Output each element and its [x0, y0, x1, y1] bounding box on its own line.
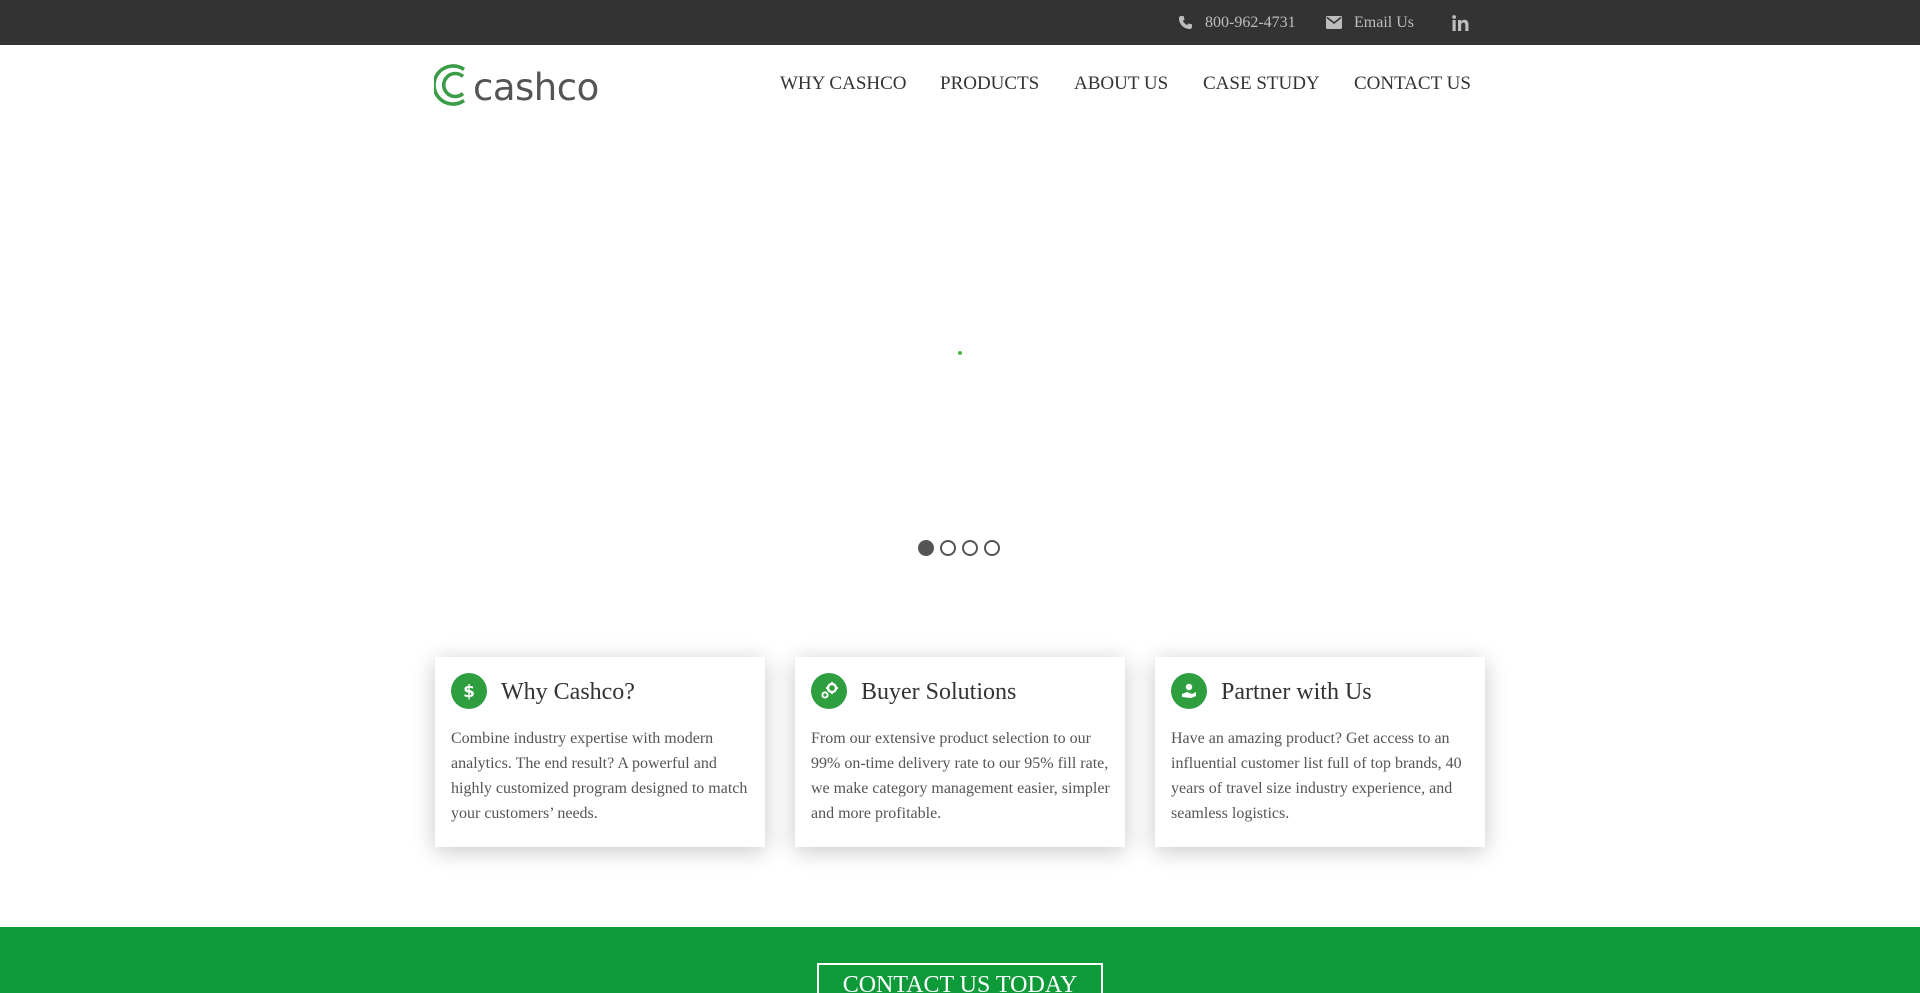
svg-text:$: $ — [463, 682, 475, 701]
nav-case-study[interactable]: CASE STUDY — [1203, 73, 1320, 95]
logo-mark-icon — [432, 63, 472, 112]
phone-icon — [1178, 15, 1193, 30]
slider-dot-1[interactable] — [918, 540, 934, 556]
cta-section: CONTACT US TODAY — [0, 927, 1920, 993]
handshake-icon — [1171, 673, 1207, 709]
nav-contact-us[interactable]: CONTACT US — [1354, 73, 1471, 95]
dollar-icon: $ — [451, 673, 487, 709]
top-bar: 800-962-4731 Email Us — [0, 0, 1920, 45]
card-title: Buyer Solutions — [861, 679, 1017, 705]
logo-wordmark: cashco — [473, 66, 599, 109]
slider-dot-4[interactable] — [984, 540, 1000, 556]
phone-number: 800-962-4731 — [1205, 13, 1296, 31]
nav-why-cashco[interactable]: WHY CASHCO — [780, 73, 907, 95]
loading-indicator — [958, 351, 962, 355]
card-title: Partner with Us — [1221, 679, 1372, 705]
card-text: From our extensive product selection to … — [811, 730, 1110, 822]
contact-us-today-button[interactable]: CONTACT US TODAY — [817, 963, 1103, 993]
envelope-icon — [1326, 16, 1342, 29]
card-partner-with-us[interactable]: Partner with Us Have an amazing product?… — [1155, 657, 1485, 847]
email-link[interactable]: Email Us — [1326, 0, 1414, 45]
slider-dot-2[interactable] — [940, 540, 956, 556]
cashco-logo[interactable]: cashco — [432, 63, 599, 112]
card-buyer-solutions[interactable]: Buyer Solutions From our extensive produ… — [795, 657, 1125, 847]
email-label: Email Us — [1354, 13, 1414, 31]
card-why-cashco[interactable]: $ Why Cashco? Combine industry expertise… — [435, 657, 765, 847]
hero-slider — [0, 123, 1920, 563]
card-title: Why Cashco? — [501, 679, 635, 705]
gears-icon — [811, 673, 847, 709]
phone-link[interactable]: 800-962-4731 — [1178, 0, 1296, 45]
slider-pagination — [918, 540, 1000, 556]
site-header: cashco WHY CASHCO PRODUCTS ABOUT US CASE… — [0, 45, 1920, 123]
linkedin-link[interactable] — [1452, 0, 1469, 45]
linkedin-icon — [1452, 14, 1469, 31]
nav-products[interactable]: PRODUCTS — [940, 73, 1039, 95]
card-text: Have an amazing product? Get access to a… — [1171, 730, 1462, 822]
slider-dot-3[interactable] — [962, 540, 978, 556]
card-text: Combine industry expertise with modern a… — [451, 730, 748, 822]
nav-about-us[interactable]: ABOUT US — [1074, 73, 1168, 95]
